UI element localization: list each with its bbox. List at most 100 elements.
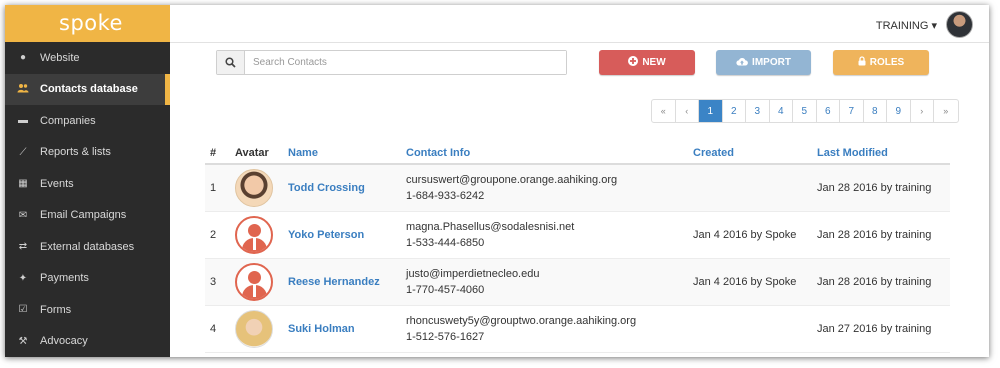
roles-button-label: ROLES bbox=[869, 57, 905, 68]
column-header-name[interactable]: Name bbox=[288, 147, 406, 159]
sidebar-item-events[interactable]: ▦ Events bbox=[5, 168, 170, 200]
user-menu-toggle[interactable]: TRAINING ▾ bbox=[876, 19, 937, 32]
contact-email: rhoncuswety5y@grouptwo.orange.aahiking.o… bbox=[406, 315, 637, 327]
sidebar-item-reports-lists[interactable]: ⟋ Reports & lists bbox=[5, 137, 170, 169]
default-avatar-icon bbox=[235, 263, 273, 301]
page-link[interactable]: 5 bbox=[793, 100, 817, 122]
new-contact-button[interactable]: NEW bbox=[599, 50, 695, 75]
sidebar-item-label: Website bbox=[40, 51, 80, 64]
top-bar: TRAINING ▾ bbox=[170, 5, 989, 43]
avatar bbox=[235, 169, 273, 207]
search-box bbox=[216, 50, 567, 75]
contact-name-link[interactable]: Yoko Peterson bbox=[288, 229, 406, 241]
contact-phone: 1-684-933-6242 bbox=[406, 190, 485, 202]
globe-icon: ● bbox=[19, 52, 27, 64]
sidebar-item-contacts-database[interactable]: Contacts database bbox=[5, 73, 170, 105]
table-row[interactable]: 1 Todd Crossing cursuswert@groupone.oran… bbox=[205, 165, 950, 212]
line-chart-icon: ⟋ bbox=[19, 146, 27, 158]
column-header-contact-info[interactable]: Contact Info bbox=[406, 145, 693, 161]
contact-name-link[interactable]: Reese Hernandez bbox=[288, 276, 406, 288]
search-icon[interactable] bbox=[217, 51, 245, 74]
gavel-icon: ⚒ bbox=[18, 335, 28, 347]
contact-info: cursuswert@groupone.orange.aahiking.org … bbox=[406, 172, 693, 204]
sidebar-item-label: Email Campaigns bbox=[40, 209, 127, 222]
avatar[interactable] bbox=[946, 11, 973, 38]
contact-email: magna.Phasellus@sodalesnisi.net bbox=[406, 221, 575, 233]
last-modified-cell: Jan 28 2016 by training bbox=[817, 229, 932, 241]
sidebar-item-website[interactable]: ● Website bbox=[5, 42, 170, 74]
sidebar-item-label: External databases bbox=[40, 240, 135, 253]
contact-info: magna.Phasellus@sodalesnisi.net 1-533-44… bbox=[406, 219, 693, 251]
page-next-link[interactable]: › bbox=[911, 100, 934, 122]
last-modified-cell: Jan 28 2016 by training bbox=[817, 182, 932, 194]
plus-circle-icon bbox=[628, 56, 639, 69]
calendar-icon: ▦ bbox=[18, 178, 28, 190]
column-header-created[interactable]: Created bbox=[693, 147, 817, 159]
search-input[interactable] bbox=[245, 51, 566, 74]
users-icon bbox=[16, 83, 30, 96]
column-header-number: # bbox=[210, 146, 217, 159]
table-row[interactable]: 2 Yoko Peterson magna.Phasellus@sodalesn… bbox=[205, 212, 950, 259]
import-button-label: IMPORT bbox=[752, 57, 791, 68]
column-header-last-modified[interactable]: Last Modified bbox=[817, 147, 950, 159]
checkbox-icon: ☑ bbox=[18, 304, 28, 316]
contact-name-link[interactable]: Todd Crossing bbox=[288, 182, 406, 194]
page-link-current[interactable]: 1 bbox=[699, 100, 723, 122]
exchange-icon: ⇄ bbox=[18, 241, 28, 253]
sidebar-item-label: Companies bbox=[40, 114, 96, 127]
import-button[interactable]: IMPORT bbox=[716, 50, 811, 75]
row-number: 2 bbox=[210, 229, 217, 241]
sidebar-item-email-campaigns[interactable]: ✉ Email Campaigns bbox=[5, 200, 170, 232]
table-header: # Avatar Name Contact Info Created Last … bbox=[205, 142, 950, 165]
contact-phone: 1-533-444-6850 bbox=[406, 237, 485, 249]
page-link[interactable]: 3 bbox=[746, 100, 770, 122]
contact-info: justo@imperdietnecleo.edu 1-770-457-4060 bbox=[406, 266, 693, 298]
sidebar-item-label: Reports & lists bbox=[40, 146, 111, 159]
page-link[interactable]: 8 bbox=[864, 100, 887, 122]
contact-phone: 1-512-576-1627 bbox=[406, 331, 485, 343]
created-cell: Jan 4 2016 by Spoke bbox=[693, 276, 797, 288]
sidebar-item-label: Contacts database bbox=[40, 83, 138, 96]
avatar bbox=[235, 310, 273, 348]
page-last-link[interactable]: » bbox=[934, 100, 958, 122]
last-modified-cell: Jan 28 2016 by training bbox=[817, 276, 932, 288]
sidebar-item-label: Advocacy bbox=[40, 335, 88, 348]
page-prev-link[interactable]: ‹ bbox=[676, 100, 699, 122]
briefcase-icon: ▬ bbox=[18, 115, 28, 127]
sidebar-item-label: Payments bbox=[40, 272, 89, 285]
contact-email: cursuswert@groupone.orange.aahiking.org bbox=[406, 174, 618, 186]
page-link[interactable]: 6 bbox=[817, 100, 840, 122]
sidebar-item-label: Forms bbox=[40, 303, 72, 316]
column-header-avatar: Avatar bbox=[235, 146, 269, 159]
lock-icon bbox=[858, 56, 866, 69]
sidebar-item-external-databases[interactable]: ⇄ External databases bbox=[5, 231, 170, 263]
sidebar-item-forms[interactable]: ☑ Forms bbox=[5, 294, 170, 326]
row-number: 4 bbox=[210, 323, 217, 335]
sidebar-item-advocacy[interactable]: ⚒ Advocacy bbox=[5, 326, 170, 358]
row-number: 3 bbox=[210, 276, 217, 288]
payment-icon: ✦ bbox=[18, 272, 28, 284]
envelope-icon: ✉ bbox=[18, 209, 28, 221]
roles-button[interactable]: ROLES bbox=[833, 50, 929, 75]
table-row[interactable]: 3 Reese Hernandez justo@imperdietnecleo.… bbox=[205, 259, 950, 306]
contact-name-link[interactable]: Suki Holman bbox=[288, 323, 406, 335]
sidebar-item-label: Events bbox=[40, 177, 74, 190]
sidebar-item-payments[interactable]: ✦ Payments bbox=[5, 263, 170, 295]
page-link[interactable]: 2 bbox=[723, 100, 746, 122]
created-cell: Jan 4 2016 by Spoke bbox=[693, 229, 797, 241]
sidebar-item-companies[interactable]: ▬ Companies bbox=[5, 105, 170, 137]
brand-logo[interactable]: spoke bbox=[5, 5, 170, 42]
pagination: « ‹ 1 2 3 4 5 6 7 8 9 › » bbox=[651, 99, 959, 123]
contacts-table: # Avatar Name Contact Info Created Last … bbox=[205, 142, 950, 353]
contact-email: justo@imperdietnecleo.edu bbox=[406, 268, 540, 280]
table-row[interactable]: 4 Suki Holman rhoncuswety5y@grouptwo.ora… bbox=[205, 306, 950, 353]
page-first-link[interactable]: « bbox=[652, 100, 676, 122]
page-link[interactable]: 4 bbox=[770, 100, 793, 122]
contact-phone: 1-770-457-4060 bbox=[406, 284, 485, 296]
sidebar: spoke ● Website Contacts database ▬ Comp… bbox=[5, 5, 170, 357]
row-number: 1 bbox=[210, 182, 217, 194]
contact-info: rhoncuswety5y@grouptwo.orange.aahiking.o… bbox=[406, 313, 693, 345]
page-link[interactable]: 7 bbox=[840, 100, 864, 122]
page-link[interactable]: 9 bbox=[887, 100, 911, 122]
app-window: spoke ● Website Contacts database ▬ Comp… bbox=[5, 5, 989, 357]
